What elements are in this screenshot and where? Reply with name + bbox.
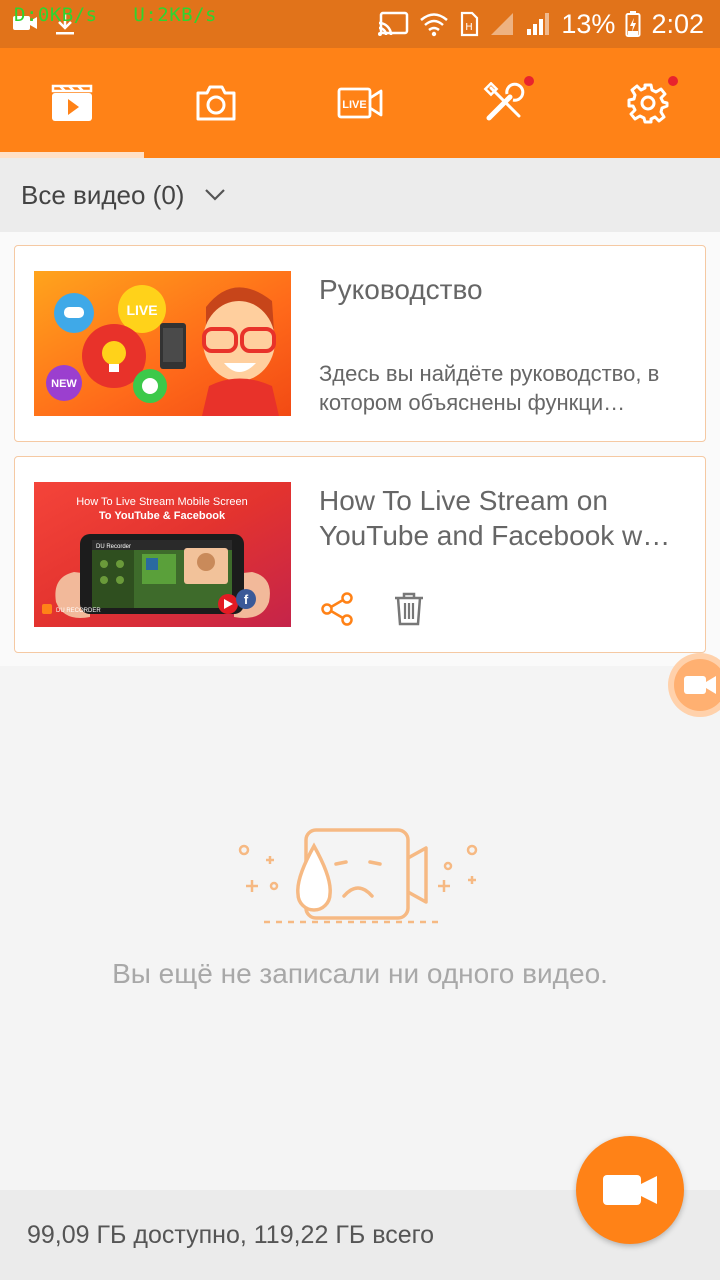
status-icons: H 13% 2:02 bbox=[377, 6, 704, 42]
svg-text:H: H bbox=[466, 22, 474, 33]
sim-icon: H bbox=[461, 11, 479, 37]
svg-text:f: f bbox=[244, 592, 249, 607]
thumb-brand: DU RECORDER bbox=[56, 608, 101, 614]
screen: D:0KB/s U:2KB/s H 13% 2:02 LIVE Все виде… bbox=[0, 0, 720, 1280]
record-fab-button[interactable] bbox=[576, 1136, 684, 1244]
tutorial-thumbnail: How To Live Stream Mobile Screen To YouT… bbox=[34, 482, 291, 627]
settings-badge-dot bbox=[668, 76, 678, 86]
video-camera-icon bbox=[603, 1175, 657, 1205]
tab-videos[interactable] bbox=[0, 48, 144, 158]
thumb-screen-brand: DU Recorder bbox=[96, 544, 131, 550]
thumb-live-badge: LIVE bbox=[126, 302, 157, 318]
trash-icon[interactable] bbox=[391, 591, 427, 627]
empty-state-message: Вы ещё не записали ни одного видео. bbox=[112, 958, 608, 989]
clock: 2:02 bbox=[651, 8, 704, 39]
thumb-caption-1: How To Live Stream Mobile Screen bbox=[76, 496, 248, 508]
guide-thumbnail: LIVE NEW bbox=[34, 271, 291, 416]
video-list: LIVE NEW Руководство Здесь вы найдёте ру… bbox=[0, 232, 720, 666]
gear-icon bbox=[627, 83, 669, 124]
floating-recorder-bubble[interactable] bbox=[668, 653, 720, 717]
top-tab-bar: LIVE bbox=[0, 48, 720, 158]
tab-settings[interactable] bbox=[576, 48, 720, 158]
live-icon-label: LIVE bbox=[342, 99, 366, 111]
battery-charging-icon bbox=[625, 11, 641, 37]
battery-percent: 13% bbox=[561, 8, 616, 39]
card-actions bbox=[319, 591, 427, 627]
tutorial-title: How To Live Stream on YouTube and Facebo… bbox=[319, 485, 671, 551]
video-library-icon bbox=[51, 84, 93, 121]
cast-icon bbox=[378, 11, 409, 36]
thumb-new-badge: NEW bbox=[51, 378, 77, 390]
video-camera-icon bbox=[684, 676, 716, 694]
net-speed-overlay: D:0KB/s U:2KB/s bbox=[14, 4, 217, 26]
floating-recorder-inner bbox=[674, 659, 720, 711]
thumb-caption-2: To YouTube & Facebook bbox=[99, 510, 226, 522]
empty-state-illustration bbox=[236, 822, 484, 935]
storage-info: 99,09 ГБ доступно, 119,22 ГБ всего bbox=[27, 1220, 435, 1249]
chevron-down-icon bbox=[205, 189, 226, 201]
share-icon[interactable] bbox=[319, 591, 355, 627]
tab-screenshot[interactable] bbox=[144, 48, 288, 158]
guide-title: Руководство bbox=[319, 274, 483, 305]
wifi-icon bbox=[420, 13, 449, 37]
guide-card[interactable]: LIVE NEW Руководство Здесь вы найдёте ру… bbox=[14, 245, 706, 442]
camera-icon bbox=[196, 85, 236, 121]
filter-label: Все видео (0) bbox=[21, 179, 185, 210]
live-icon: LIVE bbox=[337, 87, 383, 119]
signal-icon-2 bbox=[527, 13, 550, 35]
guide-description: Здесь вы найдёте руководство, в котором … bbox=[319, 361, 660, 415]
signal-icon-1 bbox=[491, 13, 514, 35]
tab-tools[interactable] bbox=[432, 48, 576, 158]
video-filter-dropdown[interactable]: Все видео (0) bbox=[0, 158, 720, 232]
tutorial-video-card[interactable]: How To Live Stream Mobile Screen To YouT… bbox=[14, 456, 706, 653]
tools-badge-dot bbox=[524, 76, 534, 86]
status-bar: D:0KB/s U:2KB/s H 13% 2:02 bbox=[0, 0, 720, 48]
tab-live[interactable]: LIVE bbox=[288, 48, 432, 158]
tools-icon bbox=[483, 82, 525, 121]
